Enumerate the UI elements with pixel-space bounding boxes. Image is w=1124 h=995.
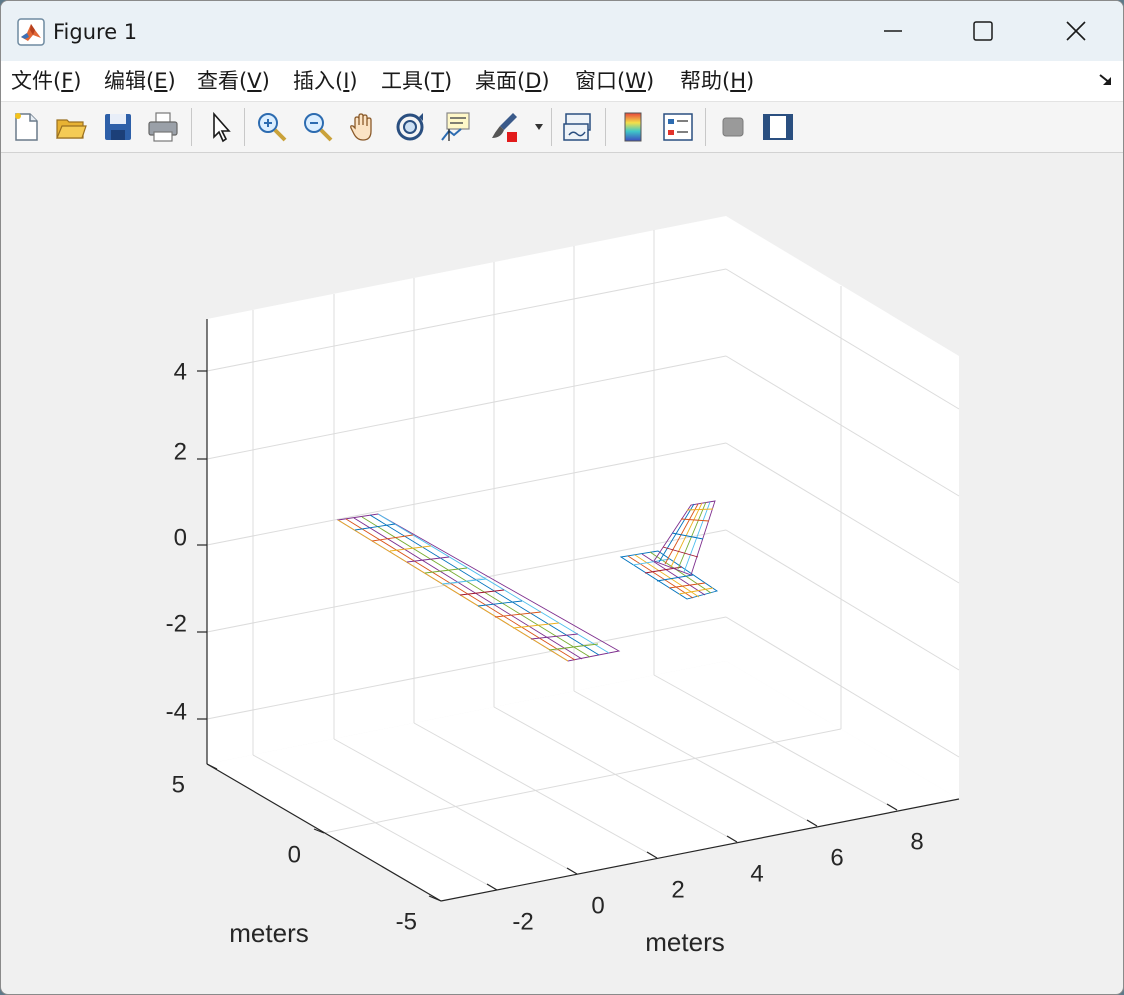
menu-help[interactable]: 帮助(H)	[680, 67, 754, 95]
toolbar-separator	[244, 108, 245, 146]
menu-window[interactable]: 窗口(W)	[575, 67, 654, 95]
y-tick-label: 0	[288, 841, 301, 868]
x-tick-label: 2	[671, 876, 684, 903]
toolbar-separator	[191, 108, 192, 146]
minimize-button[interactable]	[846, 1, 939, 61]
rotate-3d-icon[interactable]	[393, 110, 427, 144]
zoom-in-icon[interactable]	[255, 110, 289, 144]
x-tick-label: 4	[750, 860, 763, 887]
hide-plot-tools-icon[interactable]	[716, 110, 750, 144]
maximize-button[interactable]	[936, 1, 1029, 61]
maximize-icon	[972, 21, 993, 41]
menu-desktop[interactable]: 桌面(D)	[475, 67, 550, 95]
minimize-icon	[883, 30, 902, 32]
toolbar-separator	[551, 108, 552, 146]
x-tick-label: 0	[591, 892, 604, 919]
y-tick-label: 5	[172, 771, 185, 798]
figure-window: Figure 1 文件(F) 编辑(E) 查看(V) 插入(I) 工具(T) 桌…	[0, 0, 1124, 995]
toolbar-separator	[705, 108, 706, 146]
y-axis-label: meters	[229, 918, 308, 948]
print-icon[interactable]	[146, 110, 180, 144]
x-axis-label: meters	[645, 927, 724, 957]
brush-icon[interactable]	[487, 110, 521, 144]
data-cursor-icon[interactable]	[439, 110, 473, 144]
x-tick-label: 6	[830, 844, 843, 871]
chevron-down-icon[interactable]	[534, 123, 544, 131]
menu-tools[interactable]: 工具(T)	[381, 67, 452, 95]
zoom-out-icon[interactable]	[301, 110, 335, 144]
pan-hand-icon[interactable]	[347, 110, 381, 144]
colorbar-icon[interactable]	[616, 110, 650, 144]
menu-file[interactable]: 文件(F)	[11, 67, 82, 95]
z-tick-label: -2	[166, 610, 187, 637]
z-tick-label: 2	[174, 438, 187, 465]
menu-insert[interactable]: 插入(I)	[293, 67, 358, 95]
y-tick-label: -5	[396, 908, 417, 935]
window-title: Figure 1	[53, 20, 138, 44]
dock-figure-icon[interactable]	[1097, 71, 1115, 89]
menu-bar: 文件(F) 编辑(E) 查看(V) 插入(I) 工具(T) 桌面(D) 窗口(W…	[1, 61, 1123, 102]
z-tick-label: -4	[166, 698, 187, 725]
figure-toolbar	[1, 102, 1123, 153]
legend-icon[interactable]	[661, 110, 695, 144]
z-tick-label: 4	[174, 358, 187, 385]
axes-3d[interactable]: 4 2 0 -2 -4 5 0 -5 -2 0 2 4 6 8 meters m…	[1, 153, 1123, 994]
menu-view[interactable]: 查看(V)	[197, 67, 270, 95]
title-bar[interactable]: Figure 1	[1, 1, 1123, 61]
z-tick-label: 0	[174, 524, 187, 551]
open-file-icon[interactable]	[54, 110, 88, 144]
x-tick-label: -2	[512, 908, 533, 935]
close-icon	[1065, 21, 1086, 41]
close-button[interactable]	[1029, 1, 1122, 61]
matlab-logo-icon	[17, 18, 45, 46]
figure-canvas[interactable]: 4 2 0 -2 -4 5 0 -5 -2 0 2 4 6 8 meters m…	[1, 153, 1123, 994]
toolbar-separator	[605, 108, 606, 146]
save-icon[interactable]	[101, 110, 135, 144]
new-figure-icon[interactable]	[9, 110, 43, 144]
link-plot-icon[interactable]	[561, 110, 595, 144]
x-tick-label: 8	[910, 828, 923, 855]
edit-plot-cursor-icon[interactable]	[204, 110, 238, 144]
show-plot-tools-icon[interactable]	[761, 110, 795, 144]
menu-edit[interactable]: 编辑(E)	[104, 67, 176, 95]
